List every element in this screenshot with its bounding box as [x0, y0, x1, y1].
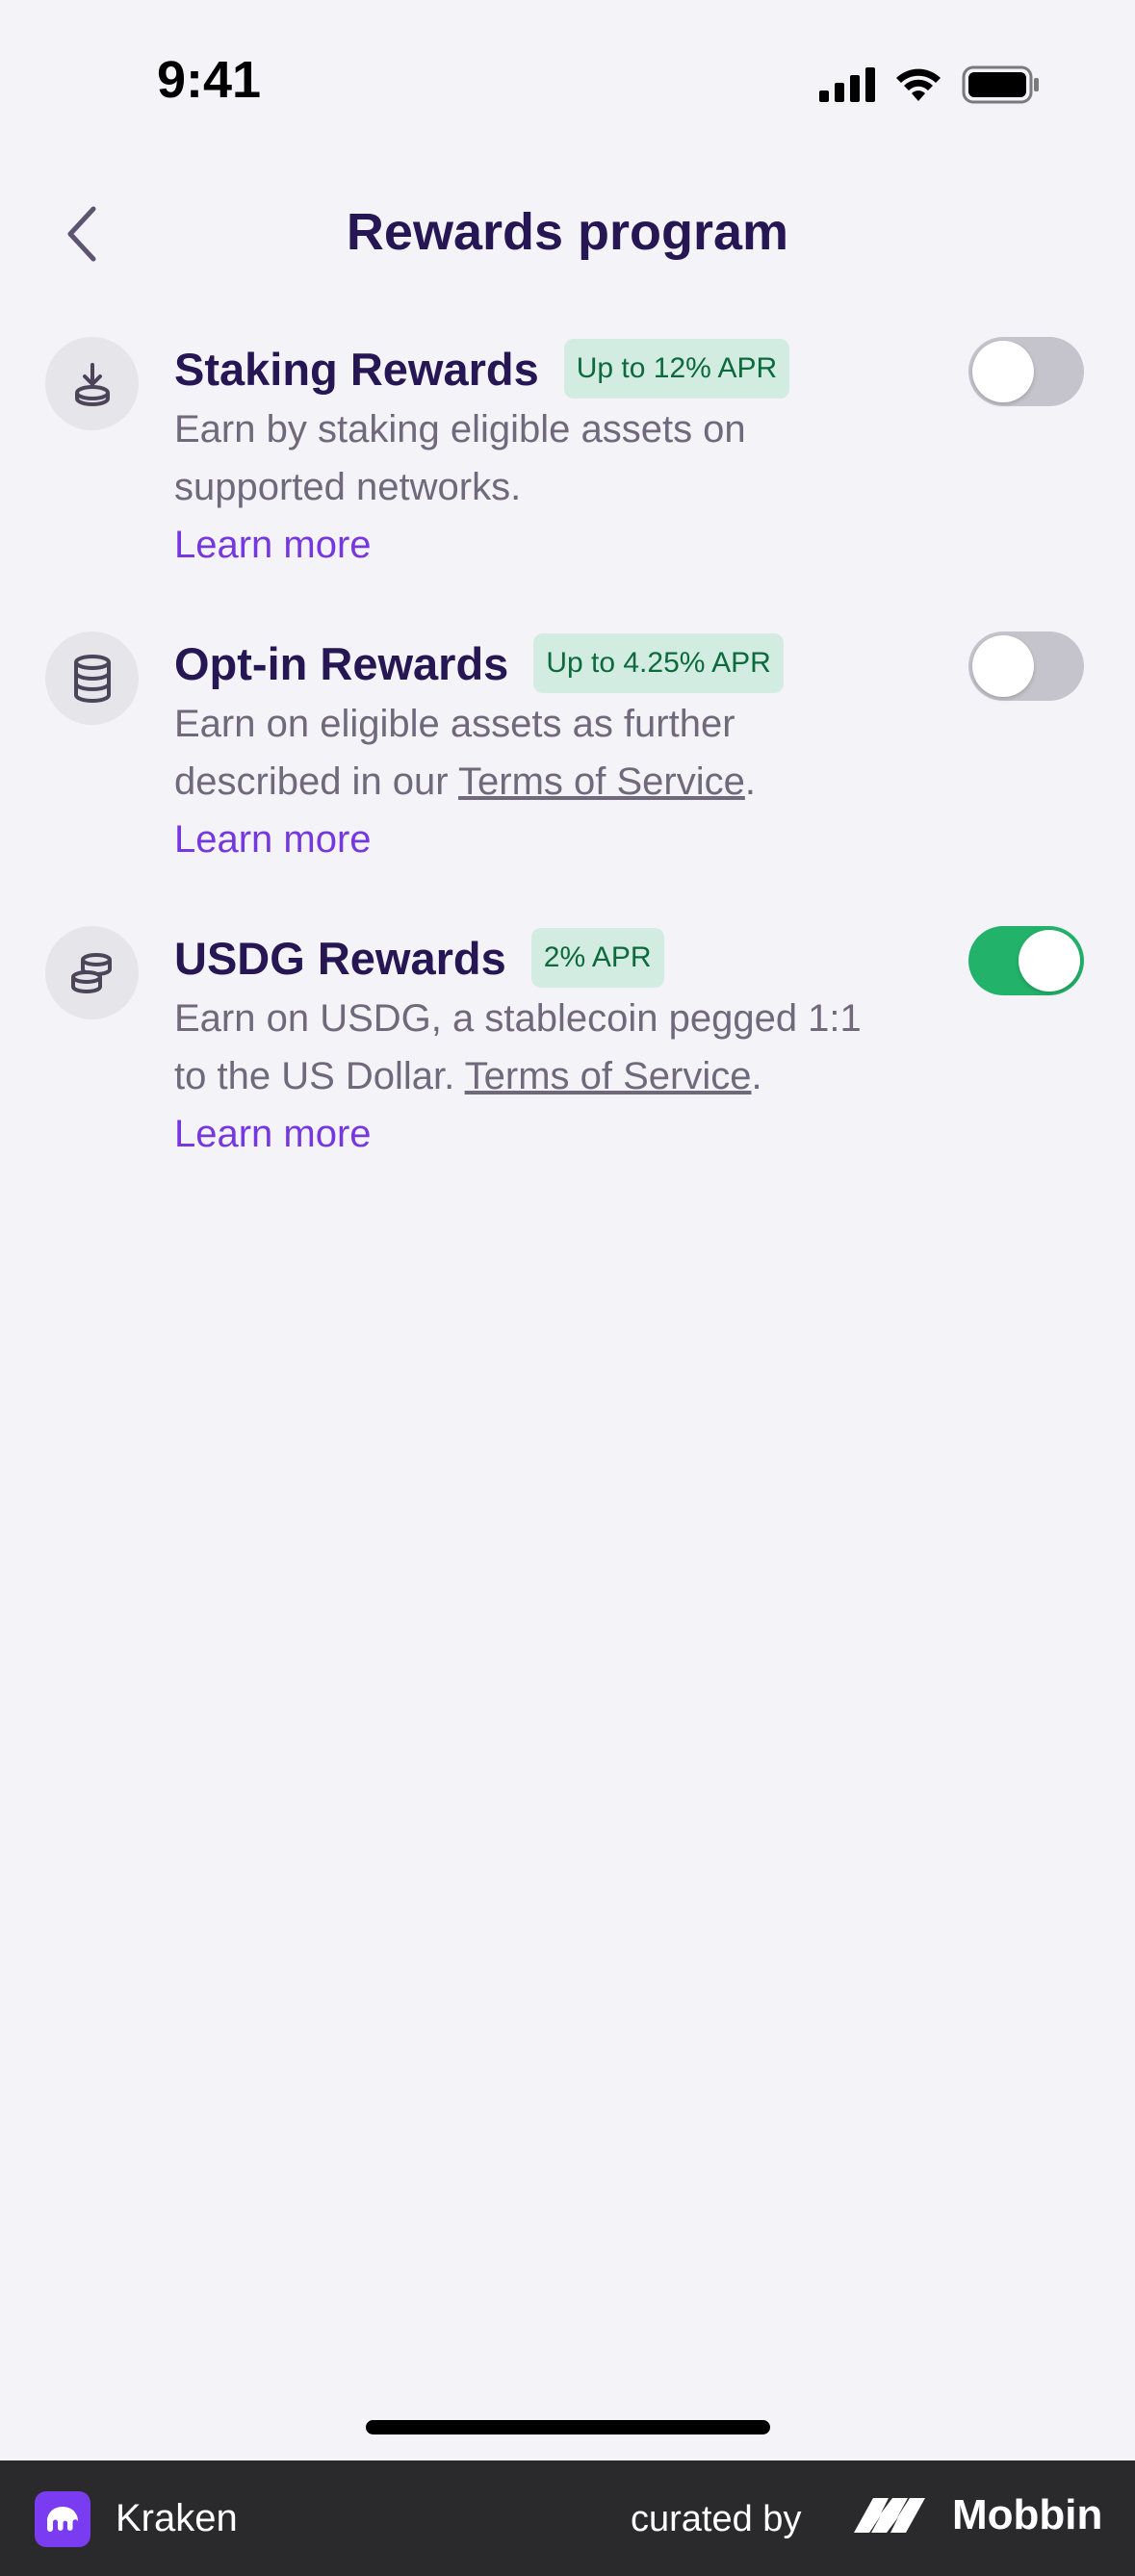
learn-more-link[interactable]: Learn more: [174, 516, 944, 574]
description-text: .: [751, 1055, 762, 1097]
reward-description: Earn on eligible assets as further descr…: [174, 695, 944, 868]
footer-curated-by: curated by: [631, 2499, 802, 2539]
battery-icon: [962, 65, 1039, 104]
staking-icon: [45, 337, 139, 430]
description-line: Earn by staking eligible assets on: [174, 408, 746, 451]
reward-header: USDG Rewards 2% APR: [174, 928, 664, 988]
description-line: Earn on eligible assets as further: [174, 703, 735, 745]
reward-header: Opt-in Rewards Up to 4.25% APR: [174, 633, 784, 693]
reward-header: Staking Rewards Up to 12% APR: [174, 339, 790, 399]
mobbin-logo-icon: [854, 2498, 925, 2533]
usdg-rewards-toggle[interactable]: [968, 926, 1084, 995]
reward-title: USDG Rewards: [174, 932, 506, 984]
staking-rewards-toggle[interactable]: [968, 337, 1084, 406]
description-line: Earn on USDG, a stablecoin pegged 1:1: [174, 997, 862, 1040]
toggle-knob: [972, 635, 1034, 697]
footer-bar: Kraken curated by Mobbin: [0, 2460, 1135, 2576]
toggle-knob: [972, 341, 1034, 402]
description-text: to the US Dollar.: [174, 1055, 465, 1097]
kraken-logo-icon: [35, 2491, 90, 2547]
terms-of-service-link[interactable]: Terms of Service: [465, 1055, 752, 1097]
nav-bar: Rewards program: [0, 183, 1135, 279]
description-line: described in our Terms of Service.: [174, 753, 944, 811]
footer-brand: Mobbin: [852, 2491, 1102, 2539]
apr-badge: 2% APR: [530, 928, 664, 988]
reward-title: Opt-in Rewards: [174, 637, 509, 689]
terms-of-service-link[interactable]: Terms of Service: [458, 760, 745, 803]
status-time: 9:41: [157, 51, 262, 109]
footer-app-name: Kraken: [116, 2497, 238, 2539]
description-text: described in our: [174, 760, 458, 803]
wifi-icon: [896, 68, 941, 101]
reward-description: Earn by staking eligible assets on suppo…: [174, 400, 944, 574]
database-icon: [45, 631, 139, 725]
toggle-knob: [1019, 930, 1080, 992]
learn-more-link[interactable]: Learn more: [174, 811, 944, 868]
apr-badge: Up to 4.25% APR: [533, 633, 784, 693]
home-indicator: [366, 2420, 770, 2434]
footer-brand-name: Mobbin: [952, 2491, 1103, 2538]
learn-more-link[interactable]: Learn more: [174, 1105, 944, 1163]
description-line: supported networks.: [174, 466, 522, 508]
cellular-signal-icon: [819, 67, 875, 102]
reward-description: Earn on USDG, a stablecoin pegged 1:1 to…: [174, 990, 944, 1163]
description-line: to the US Dollar. Terms of Service.: [174, 1047, 944, 1105]
reward-title: Staking Rewards: [174, 343, 539, 395]
status-bar: 9:41: [0, 0, 1135, 144]
apr-badge: Up to 12% APR: [563, 339, 790, 399]
coins-icon: [45, 926, 139, 1019]
page-title: Rewards program: [346, 203, 789, 261]
description-text: .: [744, 760, 756, 803]
opt-in-rewards-toggle[interactable]: [968, 631, 1084, 701]
status-icons: [819, 64, 1041, 106]
